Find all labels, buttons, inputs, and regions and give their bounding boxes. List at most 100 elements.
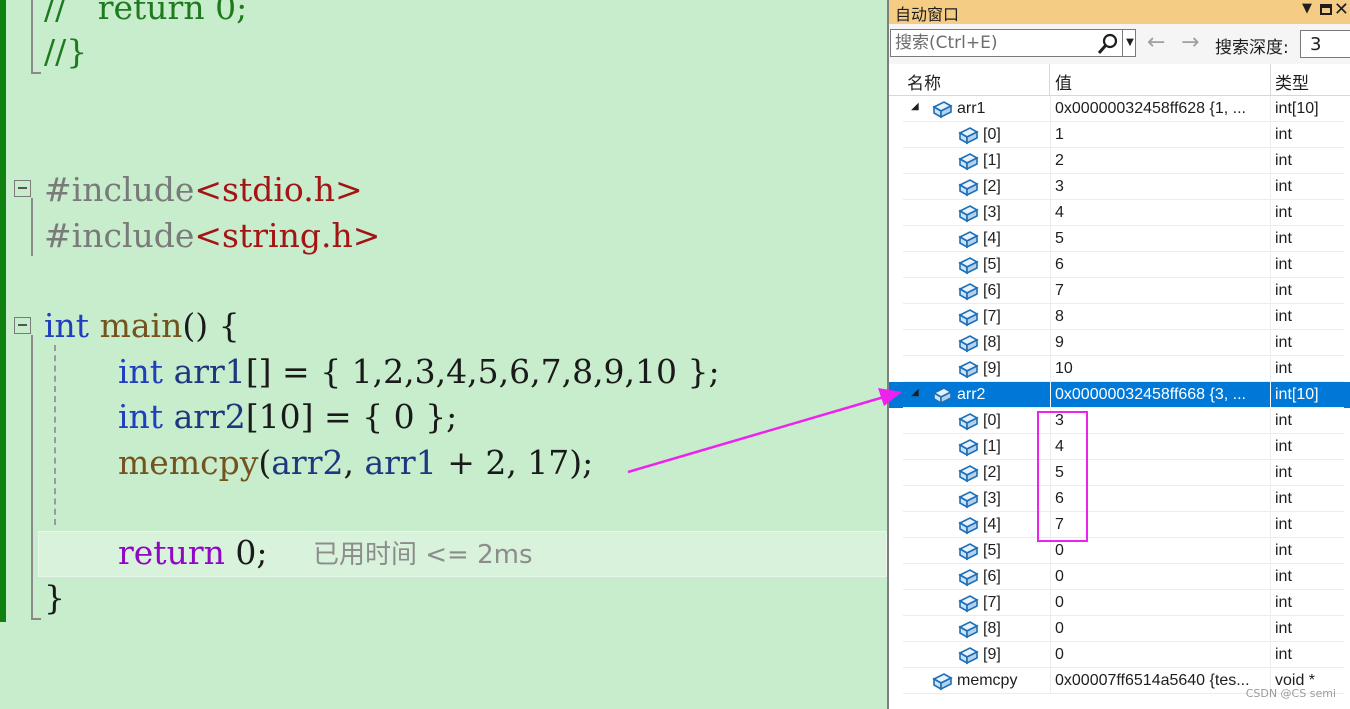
variable-type: int <box>1275 490 1292 507</box>
variable-value[interactable]: 5 <box>1055 230 1270 248</box>
element-row[interactable]: [0] 1 int <box>889 122 1350 148</box>
element-row[interactable]: [2] 5 int <box>889 460 1350 486</box>
element-row[interactable]: [7] 8 int <box>889 304 1350 330</box>
variable-name: arr2 <box>957 386 986 403</box>
forward-arrow-icon[interactable]: → <box>1181 30 1199 55</box>
variable-value[interactable]: 9 <box>1055 334 1270 352</box>
variable-name: [5] <box>983 256 1001 273</box>
variable-icon <box>957 281 979 301</box>
cell-separator <box>1270 642 1271 668</box>
variable-type: int <box>1275 412 1292 429</box>
element-row[interactable]: [4] 7 int <box>889 512 1350 538</box>
variable-type: int <box>1275 334 1292 351</box>
element-row[interactable]: [1] 2 int <box>889 148 1350 174</box>
variable-name: [3] <box>983 204 1001 221</box>
element-row[interactable]: [2] 3 int <box>889 174 1350 200</box>
element-row[interactable]: [1] 4 int <box>889 434 1350 460</box>
expand-triangle-icon[interactable]: ◢ <box>911 387 919 398</box>
variable-value[interactable]: 0 <box>1055 594 1270 612</box>
cell-separator <box>1270 538 1271 564</box>
close-icon[interactable]: ✕ <box>1334 0 1349 20</box>
variable-type: int <box>1275 360 1292 377</box>
expand-triangle-icon[interactable]: ◢ <box>911 101 919 112</box>
variable-value[interactable]: 0 <box>1055 568 1270 586</box>
element-row[interactable]: [0] 3 int <box>889 408 1350 434</box>
element-row[interactable]: [9] 0 int <box>889 642 1350 668</box>
collapse-includes-button[interactable] <box>14 180 31 197</box>
variable-icon <box>957 645 979 665</box>
variable-value[interactable]: 0 <box>1055 646 1270 664</box>
variable-value[interactable]: 6 <box>1055 256 1270 274</box>
autos-title-bar[interactable]: 自动窗口 ▼ ✕ <box>889 0 1350 24</box>
variable-value[interactable]: 2 <box>1055 152 1270 170</box>
back-arrow-icon[interactable]: ← <box>1147 30 1165 55</box>
variable-value[interactable]: 0 <box>1055 542 1270 560</box>
variable-type: int <box>1275 646 1292 663</box>
column-value-header[interactable]: 值 <box>1055 69 1072 94</box>
variable-icon <box>957 177 979 197</box>
element-row[interactable]: [6] 7 int <box>889 278 1350 304</box>
variable-name: [4] <box>983 516 1001 533</box>
variable-value[interactable]: 1 <box>1055 126 1270 144</box>
element-row[interactable]: [6] 0 int <box>889 564 1350 590</box>
element-row[interactable]: [3] 4 int <box>889 200 1350 226</box>
variable-value[interactable]: 0 <box>1055 620 1270 638</box>
variable-icon <box>957 515 979 535</box>
variable-type: int <box>1275 620 1292 637</box>
variable-type: int <box>1275 282 1292 299</box>
variable-icon <box>957 437 979 457</box>
search-depth-select[interactable]: 3 <box>1300 30 1350 58</box>
variable-type: int <box>1275 568 1292 585</box>
variable-value[interactable]: 8 <box>1055 308 1270 326</box>
search-options-dropdown[interactable]: ▼ <box>1122 30 1137 56</box>
column-name-header[interactable]: 名称 <box>907 69 941 94</box>
element-row[interactable]: [5] 0 int <box>889 538 1350 564</box>
variable-icon <box>957 463 979 483</box>
element-row[interactable]: [5] 6 int <box>889 252 1350 278</box>
element-row[interactable]: [3] 6 int <box>889 486 1350 512</box>
variable-value[interactable]: 10 <box>1055 360 1270 378</box>
variable-value[interactable]: 3 <box>1055 178 1270 196</box>
collapse-main-button[interactable] <box>14 317 31 334</box>
cell-separator <box>1270 200 1271 226</box>
cell-separator <box>1050 668 1051 694</box>
variable-row-arr1[interactable]: ◢ arr1 0x00000032458ff628 {1, ... int[10] <box>889 96 1350 122</box>
cell-separator <box>1270 122 1271 148</box>
variable-type: int <box>1275 152 1292 169</box>
variable-value[interactable]: 0x00000032458ff628 {1, ... <box>1055 100 1270 118</box>
maximize-icon[interactable] <box>1320 4 1332 15</box>
element-row[interactable]: [8] 9 int <box>889 330 1350 356</box>
changed-lines-indicator <box>0 0 6 622</box>
search-icon[interactable] <box>1097 33 1119 55</box>
cell-separator <box>1270 330 1271 356</box>
cell-separator <box>1050 564 1051 590</box>
window-menu-icon[interactable]: ▼ <box>1302 1 1312 16</box>
variable-icon <box>957 567 979 587</box>
variable-name: [8] <box>983 620 1001 637</box>
variable-value[interactable]: 4 <box>1055 204 1270 222</box>
column-type-header[interactable]: 类型 <box>1275 69 1309 94</box>
variable-name: [4] <box>983 230 1001 247</box>
cell-separator <box>1050 174 1051 200</box>
cell-separator <box>1050 330 1051 356</box>
outline-line <box>31 335 33 620</box>
variable-value[interactable]: 0x00000032458ff668 {3, ... <box>1055 386 1270 404</box>
element-row[interactable]: [7] 0 int <box>889 590 1350 616</box>
search-depth-label: 搜索深度: <box>1215 38 1289 58</box>
outline-line <box>31 0 33 74</box>
variable-value[interactable]: 7 <box>1055 282 1270 300</box>
annotation-highlight-box <box>1037 411 1088 542</box>
search-input[interactable] <box>895 32 1085 54</box>
variable-value[interactable]: 0x00007ff6514a5640 {tes... <box>1055 672 1270 690</box>
element-row[interactable]: [8] 0 int <box>889 616 1350 642</box>
column-separator[interactable] <box>1049 64 1050 95</box>
column-separator[interactable] <box>1270 64 1271 95</box>
element-row[interactable]: [4] 5 int <box>889 226 1350 252</box>
variable-row-arr2[interactable]: ◢ arr2 0x00000032458ff668 {3, ... int[10] <box>889 382 1350 408</box>
code-line: int arr2[10] = { 0 }; <box>118 397 458 436</box>
variable-name: [7] <box>983 308 1001 325</box>
cell-separator <box>1270 96 1271 122</box>
code-editor[interactable]: // return 0; //} #include<stdio.h> #incl… <box>0 0 887 709</box>
code-line: //} <box>44 32 88 71</box>
element-row[interactable]: [9] 10 int <box>889 356 1350 382</box>
